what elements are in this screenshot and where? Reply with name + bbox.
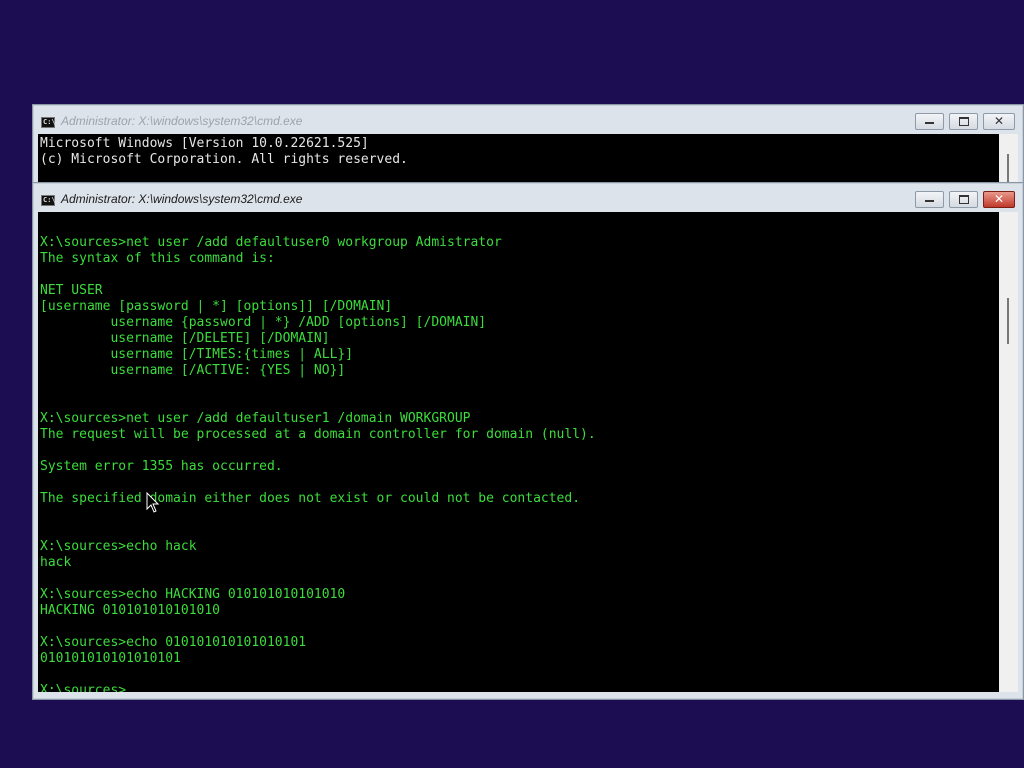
console-line-text: The request will be processed at a domai…: [40, 427, 596, 442]
close-icon: ✕: [993, 192, 1005, 206]
console-line: X:\sources>net user /add defaultuser1 /d…: [40, 411, 999, 427]
console-line-text: X:\sources>echo 010101010101010101: [40, 635, 307, 650]
console-line: System error 1355 has occurred.: [40, 459, 999, 475]
minimize-button[interactable]: [915, 191, 944, 208]
console-line-text: username {password | *} /ADD [options] […: [40, 315, 487, 330]
scrollbar-thumb[interactable]: [1007, 154, 1009, 184]
console-line: [username [password | *] [options]] [/DO…: [40, 299, 999, 315]
minimize-button[interactable]: [915, 113, 944, 130]
console-line: X:\sources>net user /add defaultuser0 wo…: [40, 235, 999, 251]
console-line-text: X:\sources>net user /add defaultuser0 wo…: [40, 235, 502, 250]
console-line: username [/TIMES:{times | ALL}]: [40, 347, 999, 363]
console-line: The syntax of this command is:: [40, 251, 999, 267]
console-line-text: username [/ACTIVE: {YES | NO}]: [40, 363, 346, 378]
console-line: X:\sources>echo 010101010101010101: [40, 635, 999, 651]
console-line-text: username [/TIMES:{times | ALL}]: [40, 347, 354, 362]
console-line-text: [username [password | *] [options]] [/DO…: [40, 299, 393, 314]
console-line: The request will be processed at a domai…: [40, 427, 999, 443]
console-line-text: hack: [40, 555, 72, 570]
console-line-text: (c) Microsoft Corporation. All rights re…: [40, 152, 408, 167]
maximize-icon: [958, 195, 969, 204]
console-line: hack: [40, 555, 999, 571]
console-line: username {password | *} /ADD [options] […: [40, 315, 999, 331]
console-line: The specified domain either does not exi…: [40, 491, 999, 507]
title-bar[interactable]: C:\ Administrator: X:\windows\system32\c…: [33, 105, 1023, 134]
console-line: HACKING 010101010101010: [40, 603, 999, 619]
maximize-button[interactable]: [949, 191, 978, 208]
maximize-button[interactable]: [949, 113, 978, 130]
console-line-text: X:\sources>net user /add defaultuser1 /d…: [40, 411, 471, 426]
console-line-text: username [/DELETE] [/DOMAIN]: [40, 331, 330, 346]
console-line-text: System error 1355 has occurred.: [40, 459, 283, 474]
console-line: NET USER: [40, 283, 999, 299]
minimize-icon: [925, 200, 934, 202]
console-line-text: NET USER: [40, 283, 103, 298]
cmd-icon: C:\: [41, 117, 56, 128]
close-icon: ✕: [993, 114, 1005, 128]
minimize-icon: [925, 122, 934, 124]
scrollbar-thumb[interactable]: [1007, 298, 1009, 344]
close-button[interactable]: ✕: [983, 113, 1015, 130]
console-output[interactable]: X:\sources>net user /add defaultuser0 wo…: [38, 212, 999, 692]
mouse-pointer-icon: [146, 492, 160, 513]
console-line: X:\sources>: [40, 683, 999, 692]
window-title: Administrator: X:\windows\system32\cmd.e…: [61, 114, 303, 128]
cmd-window-foreground[interactable]: C:\ Administrator: X:\windows\system32\c…: [32, 182, 1024, 700]
scrollbar[interactable]: [999, 212, 1018, 692]
console-line: X:\sources>echo hack: [40, 539, 999, 555]
console-line: username [/ACTIVE: {YES | NO}]: [40, 363, 999, 379]
console-line: username [/DELETE] [/DOMAIN]: [40, 331, 999, 347]
console-line: X:\sources>echo HACKING 010101010101010: [40, 587, 999, 603]
console-line-text: The syntax of this command is:: [40, 251, 275, 266]
console-line-text: X:\sources>echo hack: [40, 539, 197, 554]
console-line: Microsoft Windows [Version 10.0.22621.52…: [40, 136, 999, 152]
console-line-text: HACKING 010101010101010: [40, 603, 221, 618]
maximize-icon: [958, 117, 969, 126]
console-line: 010101010101010101: [40, 651, 999, 667]
console-line-text: 010101010101010101: [40, 651, 181, 666]
console-line-text: The specified domain either does not exi…: [40, 491, 581, 506]
title-bar[interactable]: C:\ Administrator: X:\windows\system32\c…: [33, 183, 1023, 212]
cmd-icon: C:\: [41, 195, 56, 206]
console-line-text: X:\sources>echo HACKING 010101010101010: [40, 587, 346, 602]
close-button[interactable]: ✕: [983, 191, 1015, 208]
console-line: (c) Microsoft Corporation. All rights re…: [40, 152, 999, 168]
console-line-text: X:\sources>: [40, 683, 127, 692]
window-title: Administrator: X:\windows\system32\cmd.e…: [61, 192, 303, 206]
console-line-text: Microsoft Windows [Version 10.0.22621.52…: [40, 136, 369, 151]
